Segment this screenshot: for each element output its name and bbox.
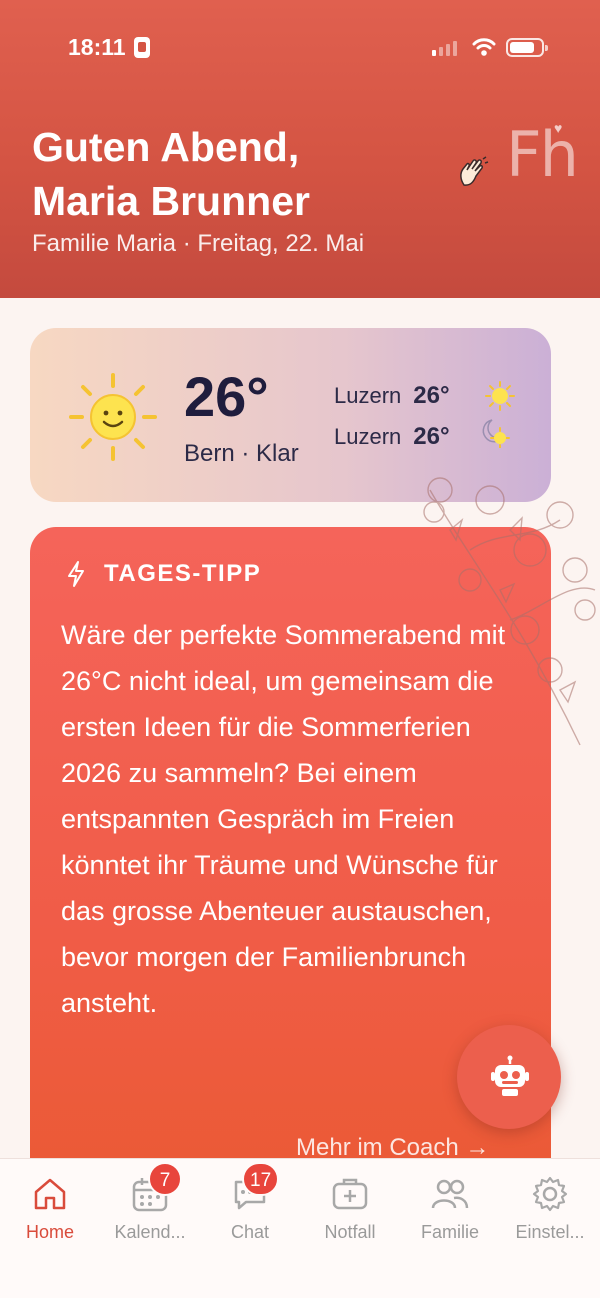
tab-label: Familie bbox=[420, 1222, 479, 1242]
tip-title: TAGES-TIPP bbox=[104, 560, 262, 587]
status-time: 18:11 bbox=[68, 34, 126, 60]
tab-family[interactable]: Familie bbox=[400, 1174, 500, 1243]
greeting: Guten Abend, Maria Brunner bbox=[32, 120, 310, 228]
people-icon bbox=[431, 1179, 469, 1209]
tab-label: Home bbox=[25, 1222, 74, 1242]
logo-heart-icon: ♥ bbox=[554, 120, 563, 136]
forecast-row: Luzern 26° bbox=[334, 382, 450, 410]
moon-sun-icon bbox=[482, 419, 510, 448]
tab-label: Notfall bbox=[324, 1222, 376, 1242]
tab-label: Chat bbox=[230, 1222, 270, 1242]
tab-home[interactable]: Home bbox=[0, 1174, 100, 1243]
tip-header: TAGES-TIPP bbox=[66, 560, 261, 588]
tip-text: Wäre der perfekte Sommerabend mit 26°C n… bbox=[61, 620, 506, 1018]
tab-settings[interactable]: Einstel... bbox=[500, 1174, 600, 1243]
wifi-icon bbox=[472, 38, 496, 56]
current-temperature: 26° bbox=[184, 365, 269, 428]
battery-icon bbox=[506, 38, 548, 57]
status-bar: 18:11 bbox=[0, 0, 600, 96]
gear-icon bbox=[532, 1176, 568, 1212]
forecast-temp: 26° bbox=[413, 423, 450, 450]
forecast-temp: 26° bbox=[413, 382, 450, 409]
greeting-user-name: Maria Brunner bbox=[32, 178, 310, 224]
sun-icon bbox=[485, 381, 515, 411]
family-date-subtitle: Familie Maria · Freitag, 22. Mai bbox=[32, 230, 365, 257]
tab-emergency[interactable]: Notfall bbox=[300, 1174, 400, 1243]
sun-icon bbox=[69, 373, 157, 461]
robot-icon bbox=[491, 1055, 529, 1096]
id-card-icon bbox=[134, 37, 150, 58]
app-logo: Fh bbox=[506, 118, 579, 191]
forecast-city: Luzern bbox=[334, 424, 402, 449]
tab-label: Kalend... bbox=[114, 1222, 186, 1242]
first-aid-icon bbox=[332, 1178, 368, 1210]
lightning-icon bbox=[68, 561, 84, 587]
ai-coach-button[interactable] bbox=[457, 1025, 561, 1129]
calendar-badge: 7 bbox=[148, 1162, 182, 1196]
weather-location: Bern · Klar bbox=[184, 440, 299, 467]
greeting-line-1: Guten Abend, bbox=[32, 124, 300, 170]
chat-badge: 17 bbox=[242, 1162, 280, 1196]
waving-hand-icon bbox=[460, 156, 489, 186]
forecast-row: Luzern 26° bbox=[334, 423, 450, 451]
home-icon bbox=[34, 1178, 66, 1210]
signal-icon bbox=[432, 40, 457, 56]
forecast-city: Luzern bbox=[334, 383, 402, 408]
tab-label: Einstel... bbox=[515, 1222, 585, 1242]
